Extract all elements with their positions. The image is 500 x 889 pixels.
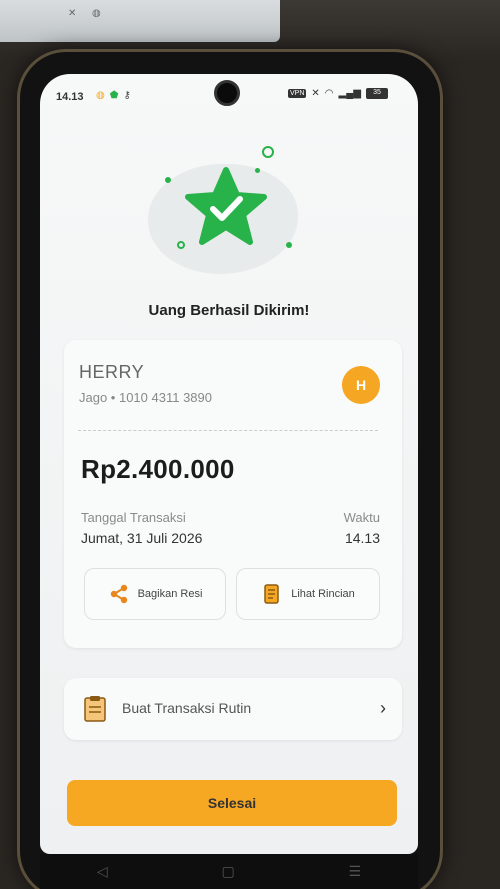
clipboard-icon bbox=[84, 696, 106, 722]
app-screen: 14.13 ◍ ⬟ ⚷ VPN ✕ ◠ ▂▄▆ 35 Uang Berhasil… bbox=[40, 74, 418, 854]
home-icon[interactable]: ▢ bbox=[221, 863, 234, 880]
view-details-button[interactable]: Lihat Rincian bbox=[236, 568, 380, 620]
background-monitor: ✕ ◍ bbox=[0, 0, 280, 42]
recipient-name: HERRY bbox=[79, 362, 145, 382]
avatar: H bbox=[342, 366, 380, 404]
notification-icon: ◍ bbox=[96, 90, 105, 101]
recurring-transaction-label: Buat Transaksi Rutin bbox=[122, 700, 252, 716]
decor-ring bbox=[262, 146, 274, 158]
time-label: Waktu bbox=[343, 510, 380, 525]
vpn-badge: VPN bbox=[288, 89, 307, 98]
success-star-icon bbox=[184, 166, 268, 250]
date-value: Jumat, 31 Juli 2026 bbox=[81, 530, 203, 546]
view-details-label: Lihat Rincian bbox=[291, 588, 355, 600]
share-receipt-button[interactable]: Bagikan Resi bbox=[84, 568, 226, 620]
signal-icon: ▂▄▆ bbox=[338, 88, 361, 99]
recurring-transaction-item[interactable]: Buat Transaksi Rutin › bbox=[64, 678, 402, 740]
background-glyph-icon: ✕ bbox=[68, 8, 77, 19]
battery-icon: 35 bbox=[366, 88, 388, 99]
done-button[interactable]: Selesai bbox=[67, 780, 397, 826]
shield-icon: ⬟ bbox=[109, 90, 119, 101]
recipient-account: Jago • 1010 4311 3890 bbox=[79, 390, 212, 405]
decor-dot bbox=[286, 242, 292, 248]
background-glyph-icon: ◍ bbox=[92, 8, 101, 19]
transfer-amount: Rp2.400.000 bbox=[81, 454, 235, 484]
wifi-icon: ◠ bbox=[324, 88, 334, 99]
menu-icon[interactable]: ☰ bbox=[349, 863, 362, 880]
front-camera bbox=[214, 80, 240, 106]
date-label: Tanggal Transaksi bbox=[81, 510, 186, 525]
divider bbox=[78, 430, 378, 431]
status-right-icons: VPN ✕ ◠ ▂▄▆ 35 bbox=[288, 88, 388, 99]
receipt-icon bbox=[264, 584, 279, 604]
share-icon bbox=[110, 584, 127, 604]
key-icon: ⚷ bbox=[123, 90, 131, 101]
chevron-right-icon: › bbox=[380, 698, 386, 718]
time-value: 14.13 bbox=[344, 530, 380, 546]
success-title: Uang Berhasil Dikirim! bbox=[148, 302, 310, 319]
back-icon[interactable]: ◁ bbox=[97, 863, 108, 880]
system-navigation-bar: ◁ ▢ ☰ bbox=[40, 854, 418, 889]
decor-dot bbox=[165, 177, 171, 183]
status-time: 14.13 bbox=[56, 91, 84, 103]
mute-icon: ✕ bbox=[311, 88, 320, 99]
status-left-icons: ◍ ⬟ ⚷ bbox=[96, 90, 131, 101]
transfer-receipt-card: HERRY Jago • 1010 4311 3890 H Rp2.400.00… bbox=[64, 340, 402, 648]
share-receipt-label: Bagikan Resi bbox=[137, 588, 203, 600]
